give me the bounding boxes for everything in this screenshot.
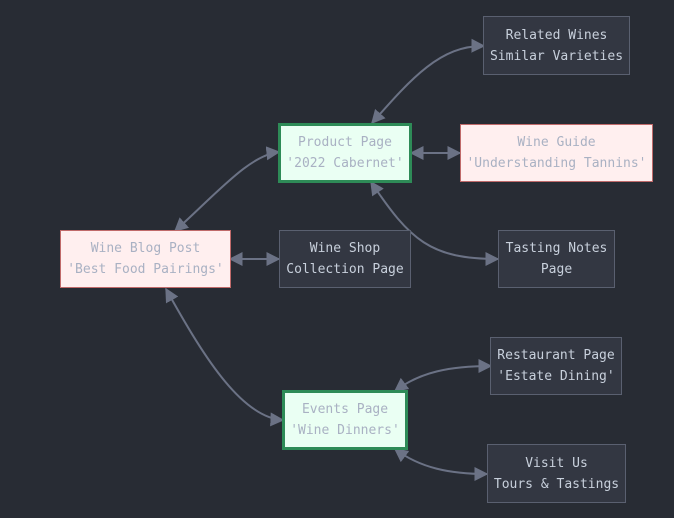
node-label-line2: 'Understanding Tannins' (466, 156, 647, 171)
node-label-line2: Collection Page (286, 262, 404, 277)
node-label-line1: Product Page (298, 135, 392, 150)
node-tasting-notes[interactable]: Tasting Notes Page (498, 230, 615, 288)
node-wine-guide[interactable]: Wine Guide 'Understanding Tannins' (460, 124, 653, 182)
node-related-wines[interactable]: Related Wines Similar Varieties (483, 16, 630, 75)
node-label-line2: 'Best Food Pairings' (67, 262, 224, 277)
node-wine-shop[interactable]: Wine Shop Collection Page (279, 230, 411, 288)
edge-events-restaurant (393, 359, 493, 392)
node-events-page[interactable]: Events Page 'Wine Dinners' (282, 390, 408, 450)
edge-blog-product (173, 146, 281, 232)
node-label-line2: Similar Varieties (489, 48, 624, 64)
node-label-line1: Visit Us (525, 455, 588, 471)
edge-product-related (371, 38, 486, 125)
node-label-line1: Wine Shop (309, 241, 381, 256)
node-label-line1: Related Wines (505, 27, 608, 43)
node-label-line2: 'Wine Dinners' (290, 423, 400, 438)
node-label-line1: Restaurant Page (497, 348, 615, 363)
edge-events-visit (393, 448, 489, 481)
node-label-line1: Events Page (301, 402, 389, 417)
node-label-line2: '2022 Cabernet' (286, 156, 404, 171)
node-label-line2: Page (540, 262, 573, 277)
node-wine-blog-post[interactable]: Wine Blog Post 'Best Food Pairings' (60, 230, 231, 288)
node-label-line2: Tours & Tastings (493, 476, 620, 492)
node-product-page[interactable]: Product Page '2022 Cabernet' (278, 123, 412, 183)
node-restaurant-page[interactable]: Restaurant Page 'Estate Dining' (490, 337, 622, 395)
node-label-line1: Wine Guide (517, 135, 596, 150)
node-label-line1: Tasting Notes (505, 241, 608, 256)
node-label-line1: Wine Blog Post (90, 241, 201, 256)
node-label-line2: 'Estate Dining' (497, 369, 615, 384)
node-visit-us[interactable]: Visit Us Tours & Tastings (487, 444, 626, 503)
edge-blog-events (165, 287, 285, 427)
